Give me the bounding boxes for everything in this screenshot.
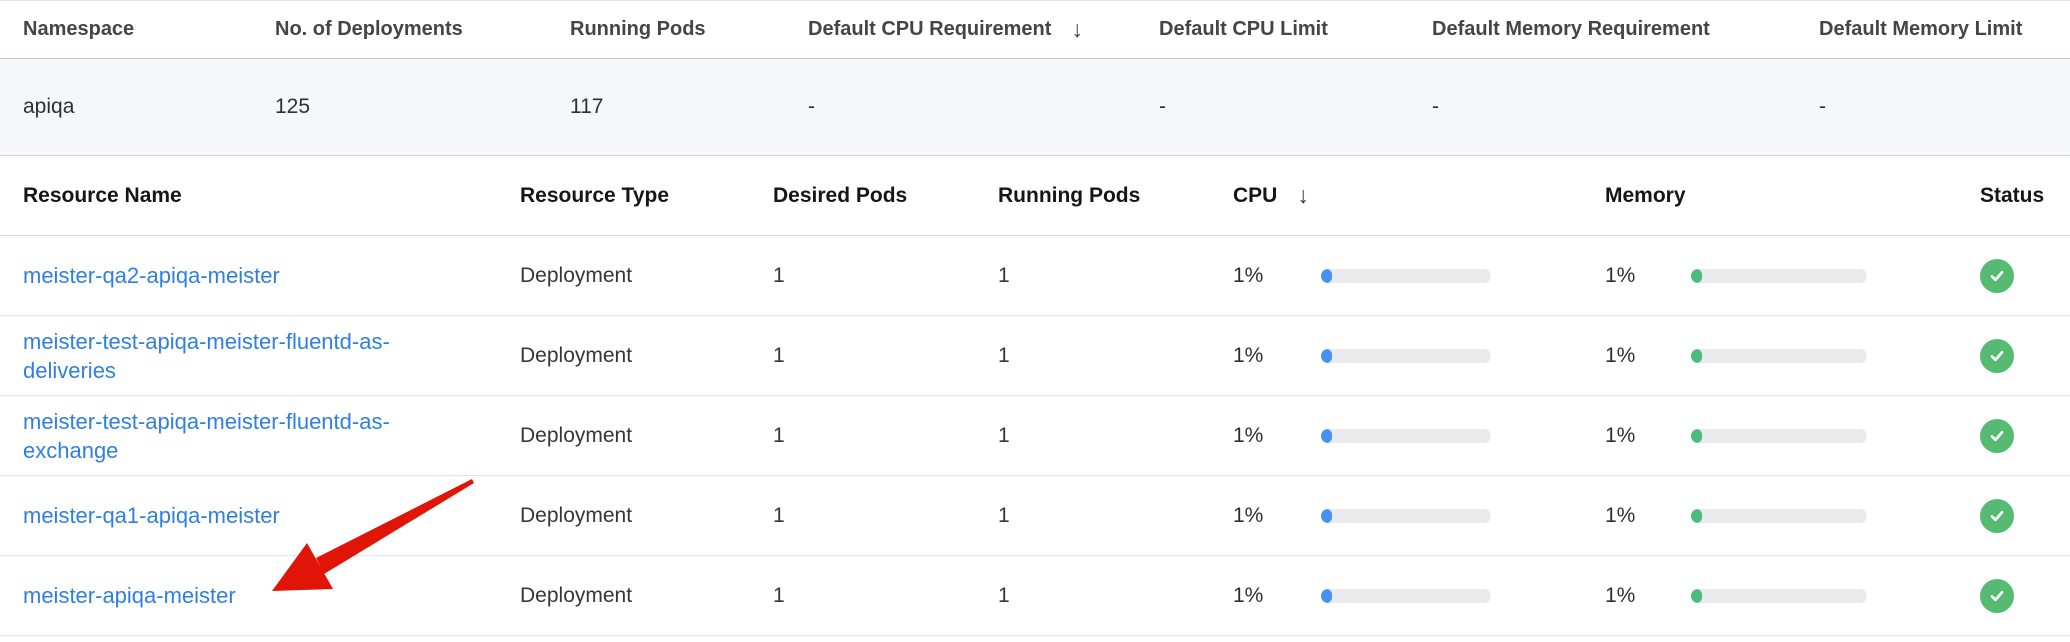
memory-usage-bar bbox=[1691, 509, 1867, 523]
sort-descending-icon[interactable]: ↓ bbox=[1071, 18, 1083, 41]
running-pods-value: 1 bbox=[998, 344, 1233, 368]
namespace-table: Namespace No. of Deployments Running Pod… bbox=[0, 0, 2070, 156]
resource-row: meister-test-apiqa-meister-fluentd-as-de… bbox=[0, 316, 2070, 396]
namespace-table-header: Namespace No. of Deployments Running Pod… bbox=[0, 0, 2070, 59]
resource-type: Deployment bbox=[520, 344, 773, 368]
status-ok-icon bbox=[1980, 499, 2014, 533]
running-pods-value: 1 bbox=[998, 424, 1233, 448]
status-ok-icon bbox=[1980, 419, 2014, 453]
col-header-memory[interactable]: Memory bbox=[1605, 184, 1980, 208]
deployments-count: 125 bbox=[275, 95, 570, 119]
sort-descending-icon[interactable]: ↓ bbox=[1297, 184, 1309, 207]
cpu-usage-bar bbox=[1321, 269, 1491, 283]
cpu-usage-bar bbox=[1321, 429, 1491, 443]
running-pods-count: 117 bbox=[570, 95, 808, 119]
namespace-row[interactable]: apiqa 125 117 - - - - bbox=[0, 59, 2070, 156]
col-header-status[interactable]: Status bbox=[1980, 184, 2070, 208]
col-header-desired-pods[interactable]: Desired Pods bbox=[773, 184, 998, 208]
status-ok-icon bbox=[1980, 259, 2014, 293]
col-header-default-memory-requirement[interactable]: Default Memory Requirement bbox=[1432, 18, 1819, 41]
cpu-usage-bar bbox=[1321, 509, 1491, 523]
resource-link[interactable]: meister-apiqa-meister bbox=[23, 581, 236, 610]
col-header-label: Default CPU Requirement bbox=[808, 18, 1051, 41]
default-memory-requirement-value: - bbox=[1432, 95, 1819, 119]
memory-percent: 1% bbox=[1605, 264, 1691, 288]
default-cpu-requirement-value: - bbox=[808, 95, 1159, 119]
memory-percent: 1% bbox=[1605, 344, 1691, 368]
col-header-default-memory-limit[interactable]: Default Memory Limit bbox=[1819, 18, 2070, 41]
running-pods-value: 1 bbox=[998, 584, 1233, 608]
cpu-usage-bar bbox=[1321, 349, 1491, 363]
namespace-name: apiqa bbox=[23, 95, 275, 119]
status-ok-icon bbox=[1980, 579, 2014, 613]
resource-link[interactable]: meister-qa2-apiqa-meister bbox=[23, 261, 280, 290]
resource-row: meister-apiqa-meister Deployment 1 1 1% … bbox=[0, 556, 2070, 636]
resource-link[interactable]: meister-qa1-apiqa-meister bbox=[23, 501, 280, 530]
running-pods-value: 1 bbox=[998, 504, 1233, 528]
desired-pods-value: 1 bbox=[773, 504, 998, 528]
cpu-percent: 1% bbox=[1233, 504, 1321, 528]
desired-pods-value: 1 bbox=[773, 264, 998, 288]
cpu-percent: 1% bbox=[1233, 344, 1321, 368]
resource-row: meister-qa1-apiqa-meister Deployment 1 1… bbox=[0, 476, 2070, 556]
default-memory-limit-value: - bbox=[1819, 95, 2070, 119]
resource-table-header: Resource Name Resource Type Desired Pods… bbox=[0, 156, 2070, 236]
deployments-page: Namespace No. of Deployments Running Pod… bbox=[0, 0, 2070, 642]
resource-type: Deployment bbox=[520, 424, 773, 448]
resource-link[interactable]: meister-test-apiqa-meister-fluentd-as-ex… bbox=[23, 407, 423, 465]
memory-usage-bar bbox=[1691, 269, 1867, 283]
default-cpu-limit-value: - bbox=[1159, 95, 1432, 119]
cpu-usage-bar bbox=[1321, 589, 1491, 603]
running-pods-value: 1 bbox=[998, 264, 1233, 288]
cpu-percent: 1% bbox=[1233, 584, 1321, 608]
resource-type: Deployment bbox=[520, 504, 773, 528]
col-header-label: CPU bbox=[1233, 184, 1277, 208]
memory-percent: 1% bbox=[1605, 504, 1691, 528]
status-ok-icon bbox=[1980, 339, 2014, 373]
col-header-running-pods[interactable]: Running Pods bbox=[998, 184, 1233, 208]
memory-percent: 1% bbox=[1605, 584, 1691, 608]
col-header-cpu[interactable]: CPU ↓ bbox=[1233, 184, 1605, 208]
memory-percent: 1% bbox=[1605, 424, 1691, 448]
col-header-resource-type[interactable]: Resource Type bbox=[520, 184, 773, 208]
desired-pods-value: 1 bbox=[773, 584, 998, 608]
resource-type: Deployment bbox=[520, 264, 773, 288]
col-header-namespace[interactable]: Namespace bbox=[23, 18, 275, 41]
resource-row: meister-test-apiqa-meister-fluentd-as-ex… bbox=[0, 396, 2070, 476]
col-header-resource-name[interactable]: Resource Name bbox=[23, 184, 520, 208]
memory-usage-bar bbox=[1691, 349, 1867, 363]
cpu-percent: 1% bbox=[1233, 264, 1321, 288]
resource-table: Resource Name Resource Type Desired Pods… bbox=[0, 156, 2070, 636]
col-header-default-cpu-limit[interactable]: Default CPU Limit bbox=[1159, 18, 1432, 41]
memory-usage-bar bbox=[1691, 429, 1867, 443]
cpu-percent: 1% bbox=[1233, 424, 1321, 448]
col-header-running-pods[interactable]: Running Pods bbox=[570, 18, 808, 41]
col-header-no-of-deployments[interactable]: No. of Deployments bbox=[275, 18, 570, 41]
memory-usage-bar bbox=[1691, 589, 1867, 603]
desired-pods-value: 1 bbox=[773, 424, 998, 448]
resource-link[interactable]: meister-test-apiqa-meister-fluentd-as-de… bbox=[23, 327, 423, 385]
resource-row: meister-qa2-apiqa-meister Deployment 1 1… bbox=[0, 236, 2070, 316]
col-header-default-cpu-requirement[interactable]: Default CPU Requirement ↓ bbox=[808, 18, 1159, 41]
desired-pods-value: 1 bbox=[773, 344, 998, 368]
resource-type: Deployment bbox=[520, 584, 773, 608]
